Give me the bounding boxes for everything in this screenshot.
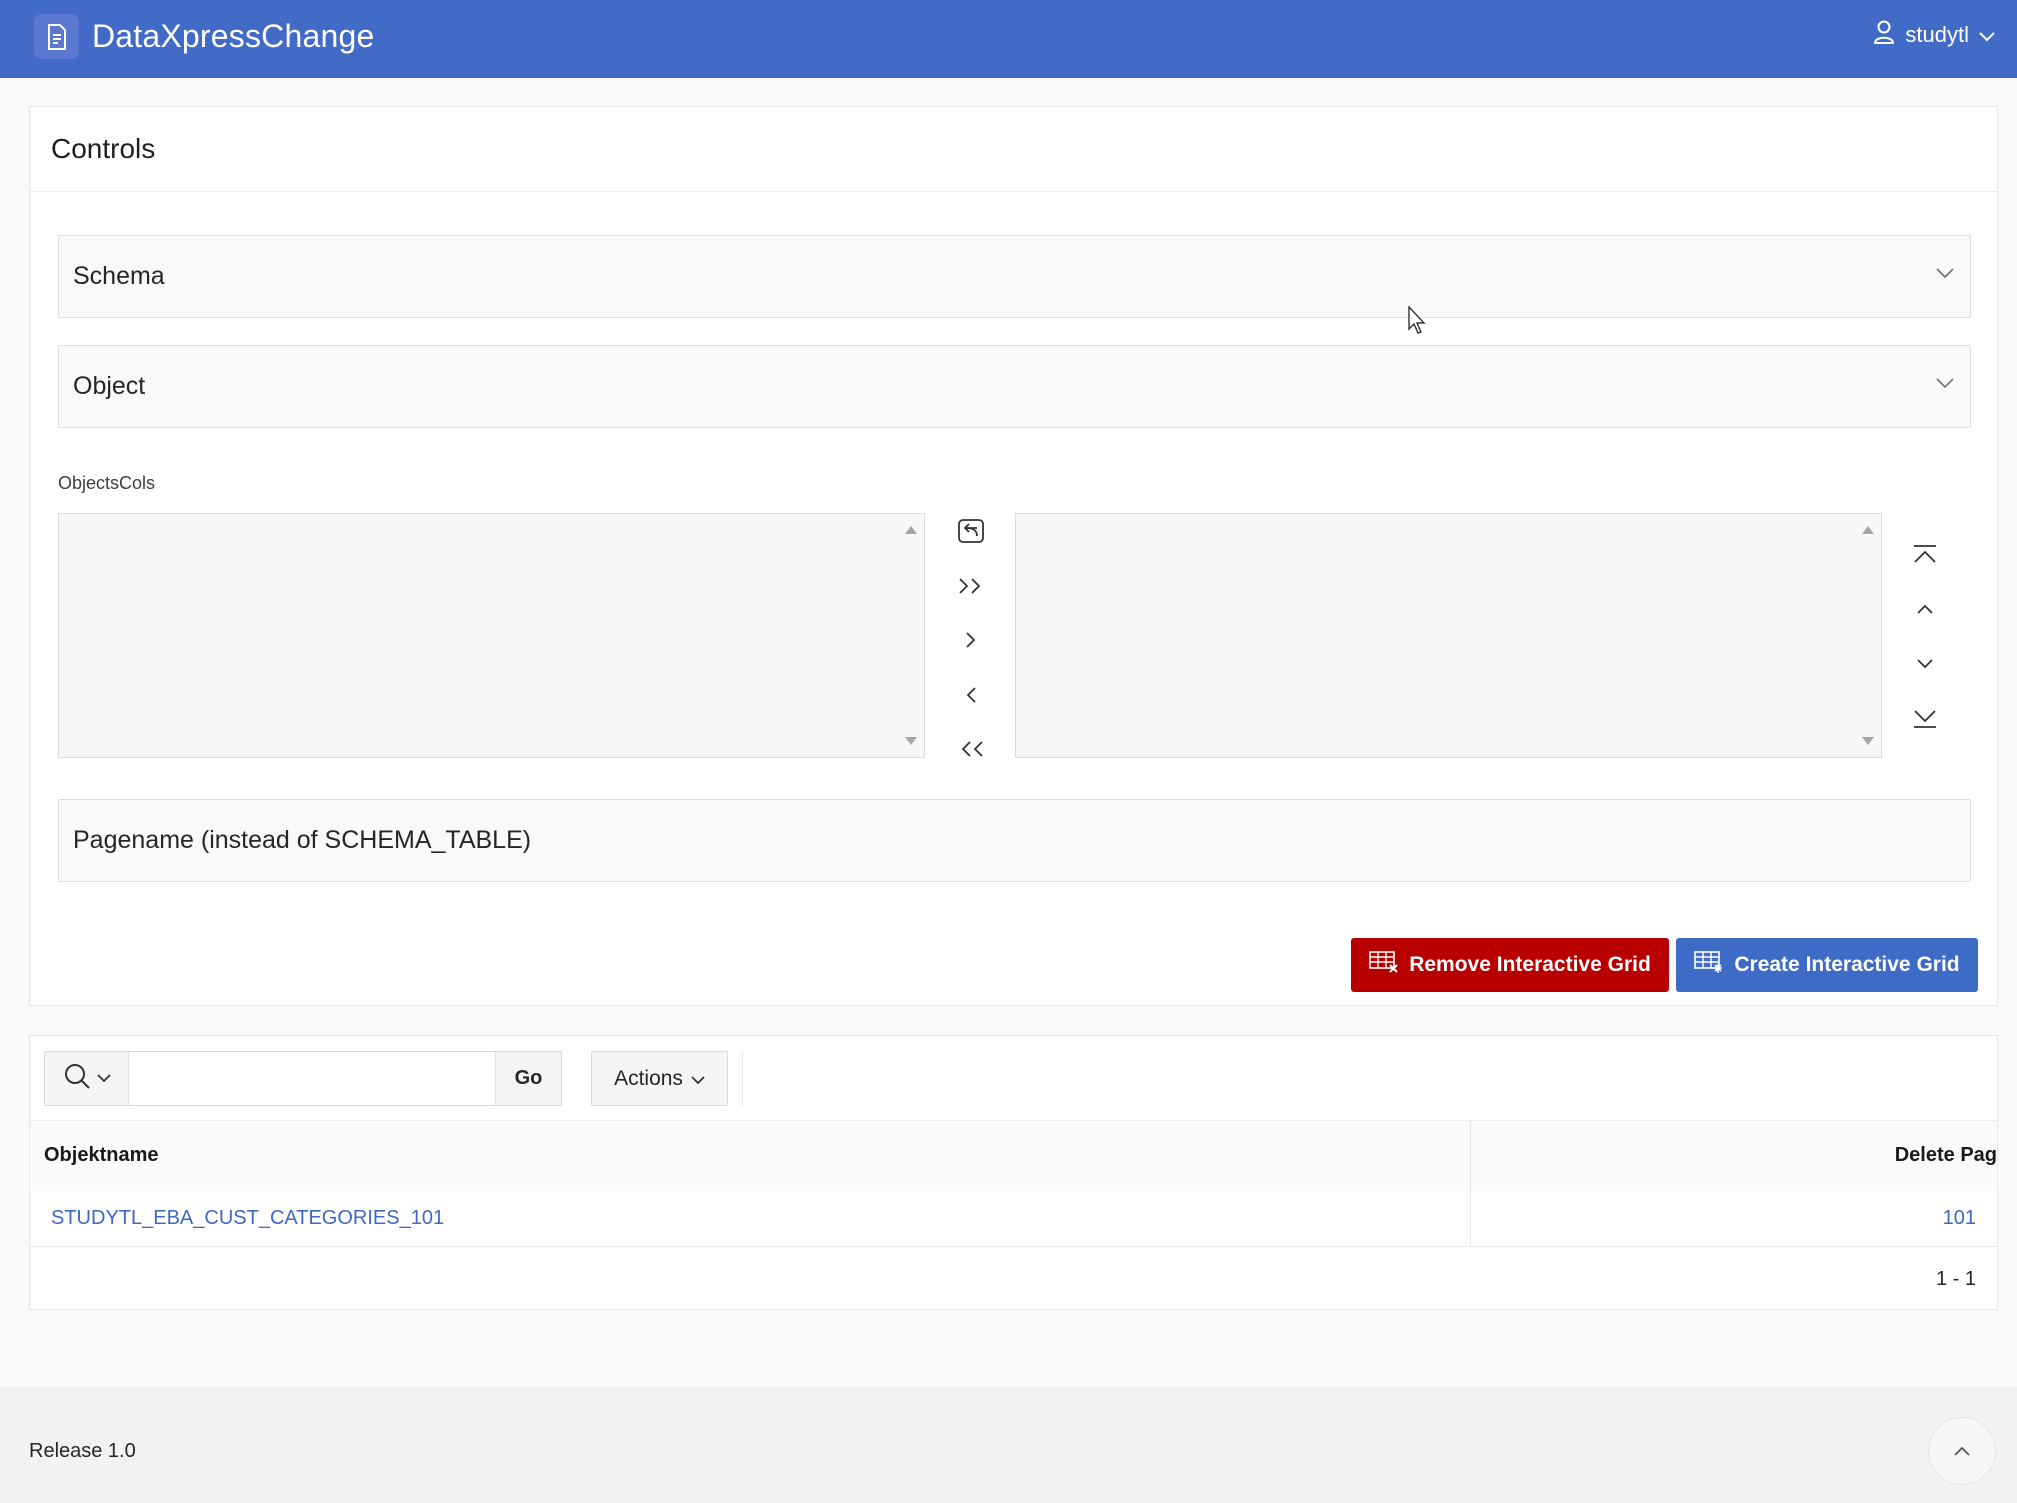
- objektname-link[interactable]: STUDYTL_EBA_CUST_CATEGORIES_101: [51, 1207, 444, 1229]
- user-icon: [1873, 20, 1895, 50]
- grid-add-icon: [1694, 950, 1724, 980]
- shuttle-selected-list[interactable]: [1015, 513, 1882, 758]
- actions-label: Actions: [614, 1066, 683, 1090]
- table-row: STUDYTL_EBA_CUST_CATEGORIES_101 101: [30, 1190, 1997, 1247]
- remove-interactive-grid-button[interactable]: Remove Interactive Grid: [1351, 938, 1669, 992]
- shuttle-label: ObjectsCols: [58, 473, 156, 493]
- report-toolbar: Go Actions: [30, 1036, 1997, 1120]
- move-left-button[interactable]: [951, 675, 991, 715]
- mouse-cursor-icon: [1408, 305, 1428, 341]
- reset-shuttle-button[interactable]: [951, 511, 991, 551]
- move-all-left-button[interactable]: [951, 729, 991, 769]
- scroll-up-icon[interactable]: [905, 526, 917, 534]
- schema-label: Schema: [73, 262, 165, 290]
- search-icon: [63, 1062, 91, 1095]
- column-header-objektname[interactable]: Objektname: [30, 1120, 1471, 1191]
- controls-region: Controls Schema Object ObjectsCols Pagen…: [29, 106, 1998, 1006]
- region-title: Controls: [51, 133, 156, 164]
- toolbar-divider: [742, 1051, 743, 1106]
- move-top-button[interactable]: [1905, 535, 1945, 575]
- column-header-delete-page[interactable]: Delete Pag: [1470, 1121, 1997, 1191]
- chevron-down-icon: [1936, 376, 1954, 394]
- pagename-placeholder: Pagename (instead of SCHEMA_TABLE): [73, 826, 532, 854]
- undo-icon: [958, 519, 984, 543]
- chevron-down-icon: [1917, 659, 1933, 669]
- move-bottom-button[interactable]: [1905, 698, 1945, 738]
- table-cell-delete-page: 101: [1470, 1191, 1997, 1247]
- double-chevron-right-icon: [959, 578, 981, 594]
- move-right-button[interactable]: [951, 620, 991, 660]
- shuttle-available-list[interactable]: [58, 513, 925, 758]
- scroll-down-icon[interactable]: [905, 737, 917, 745]
- move-up-button[interactable]: [1905, 589, 1945, 629]
- pagination: 1 - 1: [1935, 1268, 1976, 1290]
- table-header-row: Objektname Delete Pag: [30, 1120, 1997, 1191]
- chevron-up-icon: [1954, 1446, 1970, 1456]
- chevron-down-icon: [96, 1070, 111, 1088]
- actions-menu-button[interactable]: Actions: [591, 1051, 728, 1106]
- move-down-button[interactable]: [1905, 644, 1945, 684]
- scroll-to-top-button[interactable]: [1928, 1417, 1996, 1485]
- user-name: studytl: [1905, 22, 1969, 47]
- double-chevron-left-icon: [961, 741, 983, 757]
- grid-remove-icon: [1369, 950, 1399, 980]
- table-cell-objektname: STUDYTL_EBA_CUST_CATEGORIES_101: [30, 1190, 1471, 1247]
- chevron-up-icon: [1917, 604, 1933, 614]
- chevron-left-icon: [966, 687, 976, 703]
- region-header: Controls: [30, 107, 1997, 192]
- scroll-up-icon[interactable]: [1862, 526, 1874, 534]
- user-menu[interactable]: studytl: [1873, 20, 1995, 50]
- schema-select[interactable]: Schema: [58, 235, 1971, 318]
- object-select[interactable]: Object: [58, 345, 1971, 428]
- app-logo-icon[interactable]: [34, 14, 79, 59]
- page: DataXpressChange studytl Controls Schema: [0, 0, 2017, 1503]
- create-button-label: Create Interactive Grid: [1734, 953, 1960, 976]
- chevron-down-icon: [1936, 266, 1954, 284]
- release-label: Release 1.0: [29, 1440, 136, 1462]
- chevron-down-icon: [1979, 22, 1995, 48]
- go-button[interactable]: Go: [495, 1052, 561, 1105]
- move-top-icon: [1914, 545, 1936, 563]
- chevron-right-icon: [966, 632, 976, 648]
- scrollbar[interactable]: [898, 514, 924, 757]
- delete-page-link[interactable]: 101: [1943, 1207, 1976, 1229]
- search-input[interactable]: [129, 1052, 495, 1105]
- chevron-down-icon: [691, 1067, 705, 1091]
- app-title[interactable]: DataXpressChange: [92, 18, 374, 55]
- search-column-button[interactable]: [45, 1052, 129, 1105]
- scrollbar[interactable]: [1855, 514, 1881, 757]
- object-label: Object: [73, 372, 146, 400]
- move-bottom-icon: [1914, 710, 1936, 728]
- pagename-field[interactable]: Pagename (instead of SCHEMA_TABLE): [58, 799, 1971, 882]
- report-region: Go Actions Objektname Delete Pag STUDYTL…: [29, 1035, 1998, 1310]
- search-group: Go: [44, 1051, 562, 1106]
- scroll-down-icon[interactable]: [1862, 737, 1874, 745]
- create-interactive-grid-button[interactable]: Create Interactive Grid: [1676, 938, 1978, 992]
- remove-button-label: Remove Interactive Grid: [1409, 953, 1651, 976]
- footer: Release 1.0: [0, 1386, 2017, 1503]
- app-header: DataXpressChange studytl: [0, 0, 2017, 78]
- report-table: Objektname Delete Pag STUDYTL_EBA_CUST_C…: [30, 1120, 1997, 1247]
- move-all-right-button[interactable]: [951, 566, 991, 606]
